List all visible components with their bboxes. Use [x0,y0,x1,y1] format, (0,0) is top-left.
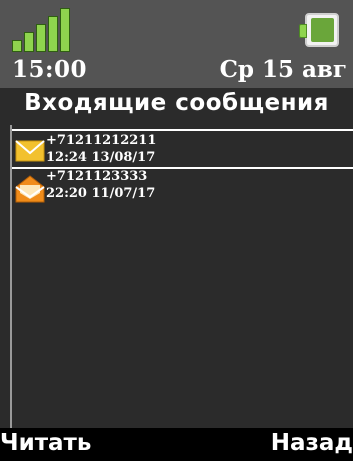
signal-bars-icon [12,8,76,52]
message-sender: +7121123333 [46,169,148,184]
softkey-bar: Читать Назад [0,428,353,461]
back-softkey[interactable]: Назад [271,430,353,456]
page-title: Входящие сообщения [0,88,353,124]
envelope-open-icon [15,175,45,203]
date: Ср 15 авг [219,56,347,83]
message-timestamp: 12:24 13/08/17 [46,150,156,165]
status-bar: 15:00 Ср 15 авг [0,0,353,88]
clock: 15:00 [12,56,88,83]
message-timestamp: 22:20 11/07/17 [46,186,156,201]
message-row[interactable]: +71211212211 12:24 13/08/17 [12,129,353,169]
message-sender: +71211212211 [46,133,157,148]
envelope-closed-icon [15,140,45,162]
read-softkey[interactable]: Читать [0,430,91,456]
battery-icon [299,13,339,47]
message-row[interactable]: +7121123333 22:20 11/07/17 [12,169,353,209]
message-list: +71211212211 12:24 13/08/17 +7121123333 … [10,125,353,428]
